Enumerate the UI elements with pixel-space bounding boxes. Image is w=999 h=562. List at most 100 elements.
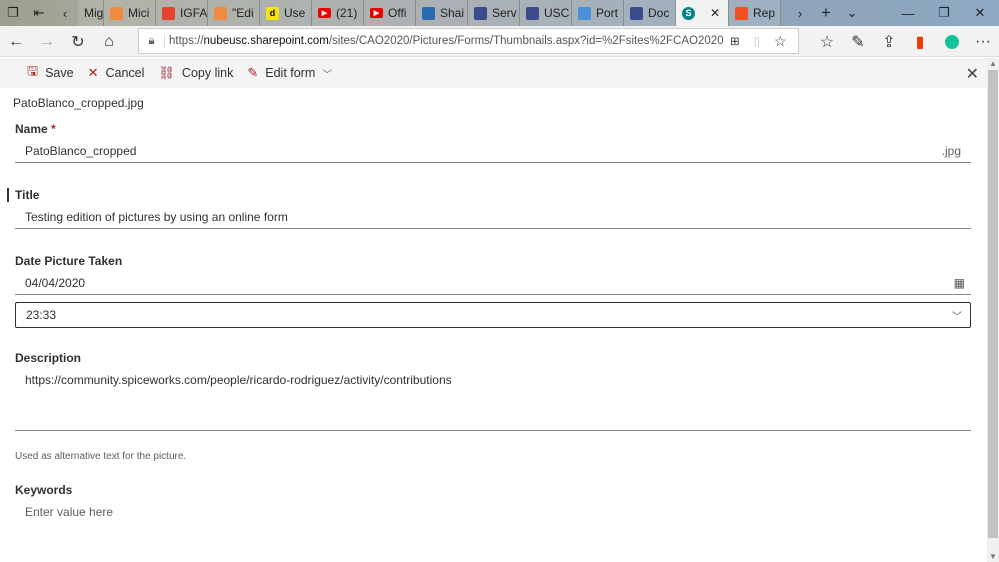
tab-label: Mig [84, 6, 104, 20]
name-label: Name * [15, 122, 56, 136]
browser-tab[interactable]: Serv [468, 0, 520, 26]
pencil-icon: ✎ [247, 65, 259, 80]
forward-icon[interactable]: → [35, 30, 59, 54]
calendar-icon[interactable]: ▦ [954, 276, 971, 290]
share-icon[interactable]: ⇪ [877, 30, 901, 54]
favorites-icon[interactable]: ☆ [815, 30, 839, 54]
url-input[interactable]: 🔒︎ https://nubeusc.sharepoint.com/sites/… [138, 28, 799, 54]
microsoft-icon [735, 6, 748, 20]
save-button[interactable]: 🖫 Save [27, 62, 74, 84]
title-input[interactable]: Testing edition of pictures by using an … [15, 206, 971, 229]
cancel-button[interactable]: ✕ Cancel [88, 65, 145, 81]
tab-label: Shai [440, 6, 465, 20]
browser-tab[interactable]: Mig [78, 0, 104, 26]
window-close-button[interactable]: ✕ [962, 0, 998, 26]
browser-tab[interactable]: ▶ (21) [312, 0, 364, 26]
browser-tab-bar: ❐ ⇤ ‹ Mig Mici IGFA "Edi d Use ▶ (21) ▶ Offi Shai S… [0, 0, 999, 26]
tab-label: Serv [492, 6, 517, 20]
minimize-button[interactable]: — [890, 0, 926, 26]
home-icon[interactable]: ⌂ [97, 30, 121, 54]
copy-link-label: Copy link [181, 66, 234, 80]
description-hint: Used as alternative text for the picture… [15, 451, 187, 462]
browser-tab[interactable]: "Edi [208, 0, 260, 26]
browser-tab[interactable]: Doc [624, 0, 676, 26]
command-bar: 🖫 Save ✕ Cancel ⛓ Copy link ✎ Edit form ﹀ [0, 58, 987, 88]
tab-label: Offi [388, 6, 407, 20]
edit-form-button[interactable]: ✎ Edit form ﹀ [247, 65, 332, 81]
tab-label: Use [284, 6, 306, 20]
office-icon[interactable]: ▮ [908, 30, 932, 54]
browser-tab[interactable]: S ✕ [676, 0, 729, 26]
time-dropdown[interactable]: 23:33 ﹀ [15, 302, 971, 328]
tab-label: (21) [336, 6, 358, 20]
name-input[interactable]: PatoBlanco_cropped .jpg [15, 140, 971, 163]
tab-label: Rep [753, 6, 776, 20]
pen-icon[interactable]: ✎ [846, 30, 870, 54]
restore-button[interactable]: ❐ [926, 0, 962, 26]
pae-logo-icon [578, 6, 591, 20]
extension-icon[interactable]: ⊞ [730, 34, 740, 48]
browser-tab[interactable]: Rep [729, 0, 781, 26]
gitlab-icon [162, 6, 175, 20]
new-tab-icon[interactable]: + [813, 0, 839, 26]
keywords-label: Keywords [15, 483, 73, 497]
so-logo-icon [422, 6, 435, 20]
back-icon[interactable]: ← [4, 30, 28, 54]
tab-preview-chevron-icon[interactable]: ⌄ [839, 0, 865, 26]
cancel-label: Cancel [105, 66, 145, 80]
scrollbar[interactable]: ▲ ▼ [987, 58, 999, 562]
copy-link-button[interactable]: ⛓ Copy link [158, 65, 233, 81]
usc-logo-icon [474, 6, 487, 20]
tab-label: USC [544, 6, 570, 20]
keywords-input[interactable]: Enter value here [15, 502, 971, 522]
edit-form-label: Edit form [265, 66, 316, 80]
grammarly-icon[interactable] [940, 30, 964, 54]
scroll-down-icon[interactable]: ▼ [987, 552, 999, 561]
scroll-up-icon[interactable]: ▲ [987, 59, 999, 68]
name-value: PatoBlanco_cropped [25, 144, 137, 158]
title-label: Title [15, 188, 40, 202]
youtube-icon: ▶ [318, 8, 331, 18]
usc-logo-icon [526, 6, 539, 20]
tab-label: Doc [648, 6, 670, 20]
browser-tab[interactable]: Mici [104, 0, 156, 26]
keywords-placeholder: Enter value here [25, 505, 114, 519]
scroll-tabs-right-icon[interactable]: › [787, 0, 813, 26]
url-host: nubeusc.sharepoint.com [203, 35, 329, 47]
chevron-down-icon: ﹀ [952, 311, 962, 323]
scroll-tabs-left-icon[interactable]: ‹ [52, 0, 78, 26]
browser-tab[interactable]: ▶ Offi [364, 0, 416, 26]
description-value: https://community.spiceworks.com/people/… [25, 373, 452, 387]
lock-icon: 🔒︎ [139, 34, 165, 48]
set-aside-tabs-icon[interactable]: ⇤ [26, 0, 52, 26]
date-label: Date Picture Taken [15, 254, 123, 268]
url-prefix: https:// [169, 35, 204, 47]
address-bar-row: ← → ↻ ⌂ 🔒︎ https://nubeusc.sharepoint.co… [0, 26, 999, 57]
date-input[interactable]: 04/04/2020 ▦ [15, 272, 971, 295]
chevron-down-icon: ﹀ [322, 69, 333, 81]
favorite-star-icon[interactable]: ☆ [774, 33, 787, 50]
browser-tab[interactable]: USC [520, 0, 572, 26]
browser-tab[interactable]: IGFA [156, 0, 208, 26]
orange-swirl-icon [110, 6, 123, 20]
browser-tab[interactable]: Shai [416, 0, 468, 26]
more-icon[interactable]: ··· [971, 30, 995, 54]
tab-manager-icon[interactable]: ❐ [0, 0, 26, 26]
scrollbar-thumb[interactable] [988, 70, 998, 538]
description-textarea[interactable]: https://community.spiceworks.com/people/… [15, 368, 971, 431]
browser-tab[interactable]: d Use [260, 0, 312, 26]
name-extension: .jpg [941, 144, 961, 158]
reading-view-icon[interactable]: ▯ [754, 34, 760, 48]
refresh-icon[interactable]: ↻ [66, 30, 90, 54]
close-panel-icon[interactable]: ✕ [966, 64, 979, 84]
d-logo-icon: d [266, 6, 279, 20]
link-icon: ⛓ [158, 65, 175, 80]
close-tab-icon[interactable]: ✕ [710, 6, 720, 20]
sharepoint-icon: S [682, 6, 695, 20]
tab-label: Mici [128, 6, 150, 20]
orange-swirl-icon [214, 6, 227, 20]
tab-label: "Edi [232, 6, 254, 20]
time-value: 23:33 [26, 308, 57, 322]
save-label: Save [45, 66, 74, 80]
browser-tab[interactable]: Port [572, 0, 624, 26]
